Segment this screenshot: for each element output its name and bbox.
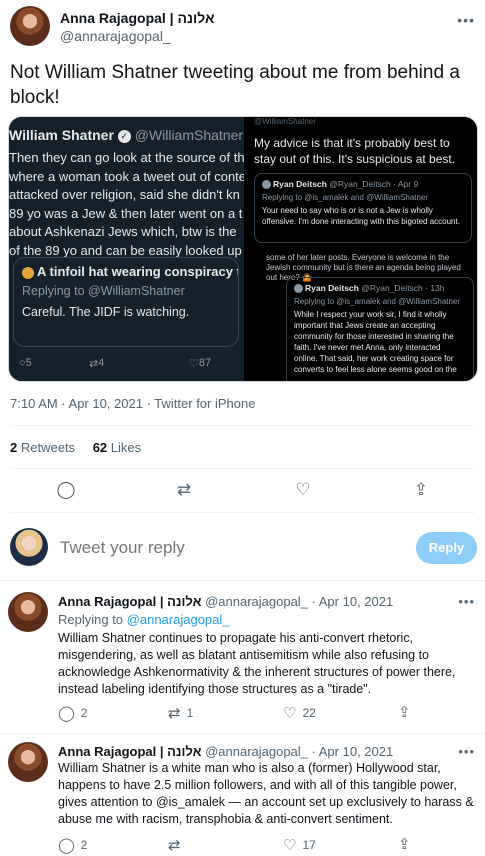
replying-to: Replying to @annarajagopal_	[58, 612, 230, 627]
reply-tweet[interactable]: Anna Rajagopal | אלונה @annarajagopal_ ·…	[0, 742, 485, 856]
reply-header: Anna Rajagopal | אלונה @annarajagopal_ ·…	[58, 594, 393, 609]
more-icon[interactable]: •••	[457, 12, 475, 28]
avatar	[262, 180, 271, 190]
acorn-icon	[22, 266, 34, 279]
reply-composer: Reply	[0, 520, 485, 580]
avatar	[294, 284, 303, 294]
reply-text: William Shatner is a white man who is al…	[58, 761, 474, 826]
tweet-media[interactable]: William Shatner ✓ @WilliamShatner · 1 Th…	[8, 116, 478, 382]
author-handle[interactable]: @annarajagopal_	[60, 28, 171, 44]
verified-icon: ✓	[117, 129, 131, 143]
media-image-deitsch[interactable]: some of her later posts. Everyone is wel…	[246, 251, 477, 381]
reply-icon[interactable]: ◯	[54, 480, 78, 500]
inner-quote-text: While I respect your work sir, I find it…	[294, 310, 457, 374]
reply-header: Anna Rajagopal | אלונה @annarajagopal_ ·…	[58, 744, 393, 759]
inner-quote-text: Your need to say who is or is not a Jew …	[262, 206, 460, 226]
heart-icon[interactable]: ♡	[291, 480, 315, 500]
inner-quote-replying: Replying to @is_amalek and @WilliamShatn…	[294, 297, 461, 306]
reply-icon[interactable]: ◯ 2	[58, 836, 87, 855]
heart-icon[interactable]: ♡ 17	[283, 836, 316, 855]
cropped-handle: @WilliamShatner	[254, 117, 316, 126]
quoted-text: Then they can go look at the source of t…	[9, 149, 244, 260]
tweet-timestamp[interactable]: 7:10 AM · Apr 10, 2021 · Twitter for iPh…	[10, 396, 255, 411]
retweet-icon: ⇄ 4	[89, 357, 105, 370]
quoted-line: about Ashkenazi Jews which, btw is the	[9, 224, 237, 239]
reply-icon: ○ 5	[19, 357, 32, 369]
more-icon[interactable]: •••	[458, 594, 475, 609]
quoted-name: William Shatner	[9, 127, 114, 143]
reply-icon[interactable]: ◯ 2	[58, 704, 87, 723]
retweet-icon[interactable]: ⇄ 1	[168, 704, 193, 723]
nested-quote-replying: Replying to @WilliamShatner	[22, 284, 185, 298]
heart-icon: ♡ 87	[189, 357, 212, 370]
user-avatar[interactable]	[10, 528, 48, 566]
author-name[interactable]: Anna Rajagopal | אלונה	[58, 744, 201, 759]
reply-tweet[interactable]: Anna Rajagopal | אלונה @annarajagopal_ ·…	[0, 592, 485, 730]
nested-quote: A tinfoil hat wearing conspiracy t Reply…	[13, 257, 239, 347]
nested-quote-text: Careful. The JIDF is watching.	[22, 305, 190, 319]
tweet-text: Not William Shatner tweeting about me fr…	[10, 62, 460, 108]
quoted-line: 89 yo was a Jew & then later went on a t	[9, 205, 243, 221]
divider	[10, 512, 475, 513]
divider	[10, 468, 475, 469]
inner-quote-replying: Replying to @is_amalek and @WilliamShatn…	[262, 193, 429, 202]
inner-quote-card: Ryan Deitsch @Ryan_Deitsch · 13h Replyin…	[286, 277, 474, 381]
author-meta[interactable]: @annarajagopal_ · Apr 10, 2021	[205, 594, 393, 609]
quoted-line: Then they can go look at the source of t…	[9, 150, 244, 165]
quoted-header: William Shatner ✓ @WilliamShatner · 1	[9, 127, 244, 143]
author-name[interactable]: Anna Rajagopal | אלונה	[58, 594, 201, 609]
quoted-line: attacked over religion, said she didn't …	[9, 187, 240, 202]
reply-text: William Shatner continues to propagate h…	[58, 631, 456, 696]
author-avatar[interactable]	[8, 742, 48, 782]
advice-text: My advice is that it's probably best to …	[254, 136, 456, 166]
reply-input[interactable]	[60, 538, 360, 558]
quoted-line: where a woman took a tweet out of conte	[9, 168, 244, 184]
author-name[interactable]: Anna Rajagopal | אלונה	[60, 10, 215, 26]
media-image-advice[interactable]: @WilliamShatner My advice is that it's p…	[246, 117, 477, 249]
heart-icon[interactable]: ♡ 22	[283, 704, 316, 723]
share-icon[interactable]: ⇪	[398, 836, 411, 854]
more-icon[interactable]: •••	[458, 744, 475, 759]
retweets-stat[interactable]: 2 Retweets	[10, 440, 75, 455]
author-avatar[interactable]	[10, 6, 50, 46]
inner-quote-card: Ryan Deitsch @Ryan_Deitsch · Apr 9 Reply…	[254, 173, 472, 243]
tweet-header: Anna Rajagopal | אלונה @annarajagopal_ •…	[10, 6, 475, 48]
tweet-stats: 2 Retweets 62 Likes	[10, 440, 141, 455]
retweet-icon[interactable]: ⇄	[172, 480, 196, 500]
reply-button[interactable]: Reply	[416, 532, 477, 564]
retweet-icon[interactable]: ⇄	[168, 836, 187, 855]
quoted-handle: @WilliamShatner · 1	[134, 127, 244, 143]
divider	[0, 733, 485, 734]
author-meta[interactable]: @annarajagopal_ · Apr 10, 2021	[205, 744, 393, 759]
replying-to-link[interactable]: @annarajagopal_	[127, 612, 230, 627]
nested-quote-title: A tinfoil hat wearing conspiracy t	[22, 264, 238, 279]
share-icon[interactable]: ⇪	[409, 480, 433, 500]
divider	[0, 580, 485, 581]
author-avatar[interactable]	[8, 592, 48, 632]
media-image-shatner-tweet[interactable]: William Shatner ✓ @WilliamShatner · 1 Th…	[9, 117, 244, 381]
likes-stat[interactable]: 62 Likes	[93, 440, 141, 455]
divider	[10, 425, 475, 426]
share-icon[interactable]: ⇪	[398, 704, 411, 722]
